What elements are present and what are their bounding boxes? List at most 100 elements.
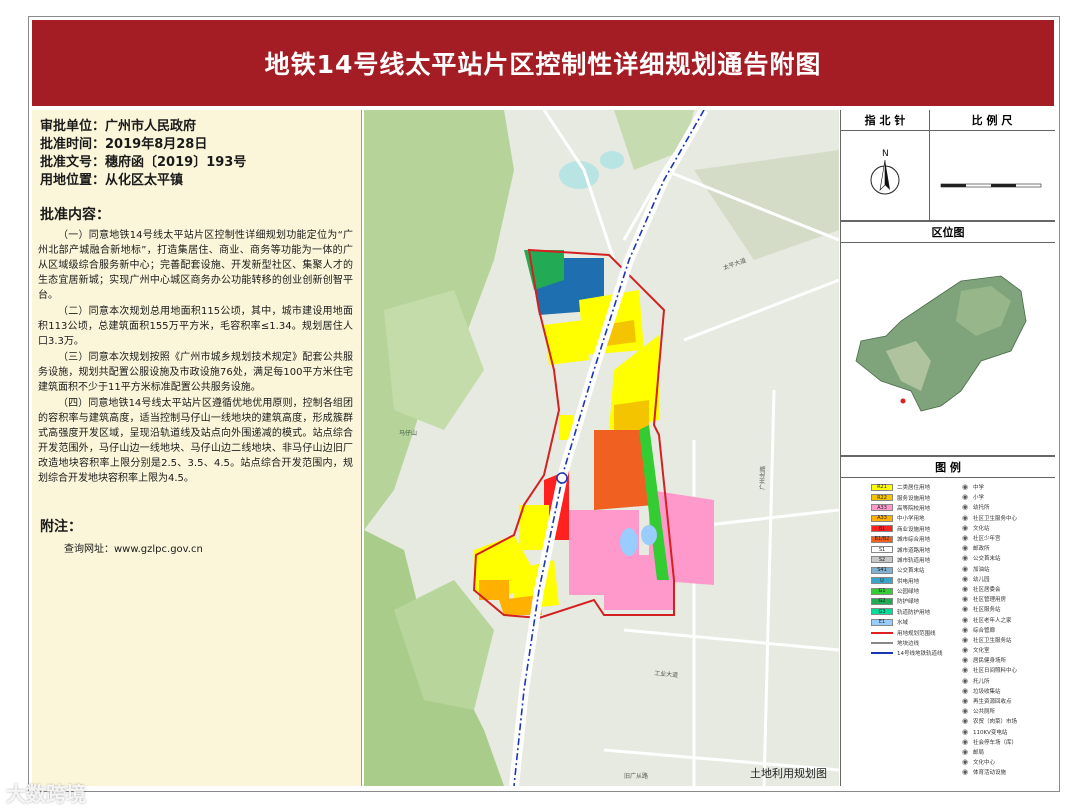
legend-swatch: G3 [871, 608, 893, 616]
road-label: 旧广从路 [624, 772, 648, 780]
legend-item: ◉ 110KV变电站 [961, 727, 1017, 737]
legend-item: S1 城市道路用地 [871, 544, 943, 554]
legend-label: 幼托所 [973, 505, 990, 512]
legend-item: ◉ 加油站 [961, 564, 1017, 574]
legend-item: ◉ 公共厕所 [961, 706, 1017, 716]
legend-item: ◉ 社区居委会 [961, 584, 1017, 594]
legend-label: 服务设施用地 [897, 495, 931, 502]
legend-label: 文化室 [973, 648, 990, 655]
facility-icon: ◉ [961, 584, 969, 593]
legend-item: B1/B2 城市综合用地 [871, 534, 943, 544]
approval-paragraph-4: （四）同意地铁14号线太平站片区遵循优地优用原则，控制各组团的容积率与建筑高度，… [38, 398, 353, 484]
facility-icon: ◉ [961, 697, 969, 706]
legend-item: S41 公交首末站 [871, 565, 943, 575]
facility-icon: ◉ [961, 483, 969, 492]
legend-item: ◉ 社区日间照料中心 [961, 665, 1017, 675]
legend-label: 中小学用地 [897, 516, 925, 523]
legend-label: 综合管廊 [973, 627, 996, 634]
legend-item: E1 水域 [871, 617, 943, 627]
legend-label: 公交首末站 [973, 556, 1001, 563]
legend-label: 用地规划范围线 [897, 630, 936, 637]
meta-approver: 审批单位：广州市人民政府 [40, 119, 197, 134]
legend-item: R22 服务设施用地 [871, 492, 943, 502]
legend-item: S2 城市轨道用地 [871, 555, 943, 565]
legend-item: ◉ 垃圾收集站 [961, 686, 1017, 696]
legend-item: ◉ 文化站 [961, 523, 1017, 533]
legend-item: ◉ 社会停车场（库） [961, 737, 1017, 747]
meta-doc-number: 批准文号：穗府函〔2019〕193号 [40, 155, 247, 170]
legend-item: R21 二类居住用地 [871, 482, 943, 492]
facility-icon: ◉ [961, 523, 969, 532]
legend-label: 110KV变电站 [973, 729, 1008, 736]
compass-icon: N [870, 149, 900, 195]
legend-item: ◉ 小学 [961, 492, 1017, 502]
legend-label: 社区服务站 [973, 607, 1001, 614]
legend-item: ◉ 社区卫生服务中心 [961, 513, 1017, 523]
legend-label: 供电用地 [897, 578, 920, 585]
legend-header: 图 例 [841, 456, 1055, 478]
legend-label: 文化中心 [973, 760, 996, 767]
legend-swatch: G2 [871, 597, 893, 605]
legend-label: 托儿所 [973, 678, 990, 685]
map-info-panel: 指 北 针 比 例 尺 N 区位图 图 例 R21 二类居住用地 R22 服务设施用地… [840, 110, 1055, 786]
land-use-map: 马仔山 工业大道 太平大道 广州北路 旧广从路 [364, 110, 839, 786]
legend-label: 社区老年人之家 [973, 617, 1012, 624]
legend-label: 社会停车场（库） [973, 739, 1018, 746]
legend-item: B1 商业设施用地 [871, 524, 943, 534]
approval-content-title: 批准内容： [40, 207, 110, 223]
legend-label: 商业设施用地 [897, 526, 931, 533]
facility-icon: ◉ [961, 727, 969, 736]
legend-item: G3 轨道防护用地 [871, 607, 943, 617]
legend-label: 幼儿园 [973, 576, 990, 583]
facility-icon: ◉ [961, 625, 969, 634]
legend-label: 邮政所 [973, 546, 990, 553]
legend-swatch [871, 642, 893, 645]
north-arrow-box: N [841, 130, 930, 221]
page-title: 地铁14号线太平站片区控制性详细规划通告附图 [32, 20, 1054, 106]
legend-item: G1 公园绿地 [871, 586, 943, 596]
facility-icon: ◉ [961, 635, 969, 644]
legend-item: ◉ 托儿所 [961, 676, 1017, 686]
legend-item: ◉ 再生资源回收点 [961, 696, 1017, 706]
legend-item: ◉ 体育活动设施 [961, 767, 1017, 777]
facility-icon: ◉ [961, 707, 969, 716]
legend-label: 加油站 [973, 566, 990, 573]
land-use-legend: R21 二类居住用地 R22 服务设施用地 A33 高等院校用地 A33 中小学用地 B1 商业设… [871, 482, 943, 659]
legend-label: 居民健身场所 [973, 658, 1007, 665]
legend-label: 社区卫生服务中心 [973, 515, 1018, 522]
legend-swatch: U [871, 577, 893, 585]
legend-item: ◉ 社区少年宫 [961, 533, 1017, 543]
taiping-station-marker [556, 472, 568, 484]
facility-icon: ◉ [961, 554, 969, 563]
legend-item: ◉ 社区管理用房 [961, 594, 1017, 604]
legend-item: 地块边线 [871, 638, 943, 648]
facility-icon: ◉ [961, 768, 969, 777]
site-location-marker [900, 398, 906, 404]
facility-icon: ◉ [961, 513, 969, 522]
legend-label: 邮局 [973, 749, 985, 756]
legend-swatch: G1 [871, 587, 893, 595]
parcel-education [604, 580, 674, 610]
legend-item: ◉ 居民健身场所 [961, 655, 1017, 665]
legend-swatch: R21 [871, 483, 893, 491]
facility-icon: ◉ [961, 564, 969, 573]
legend-item: U 供电用地 [871, 576, 943, 586]
scale-bar-header: 比 例 尺 [929, 110, 1055, 131]
legend-item: 用地规划范围线 [871, 627, 943, 637]
lake [600, 151, 624, 169]
facility-icon: ◉ [961, 747, 969, 756]
legend-item: A33 高等院校用地 [871, 503, 943, 513]
legend-label: 城市轨道用地 [897, 557, 931, 564]
legend-label: 社区居委会 [973, 586, 1001, 593]
legend-item: ◉ 社区老年人之家 [961, 614, 1017, 624]
legend-label: 14号线地铁轨道线 [897, 651, 943, 658]
north-letter: N [882, 149, 889, 159]
meta-location: 用地位置：从化区太平镇 [40, 173, 184, 188]
legend-item: ◉ 幼儿园 [961, 574, 1017, 584]
facility-icon: ◉ [961, 534, 969, 543]
legend-swatch: B1/B2 [871, 535, 893, 543]
facility-icon: ◉ [961, 686, 969, 695]
scale-bar-box [929, 130, 1055, 221]
legend-item: ◉ 综合管廊 [961, 625, 1017, 635]
legend-label: 水域 [897, 620, 909, 627]
